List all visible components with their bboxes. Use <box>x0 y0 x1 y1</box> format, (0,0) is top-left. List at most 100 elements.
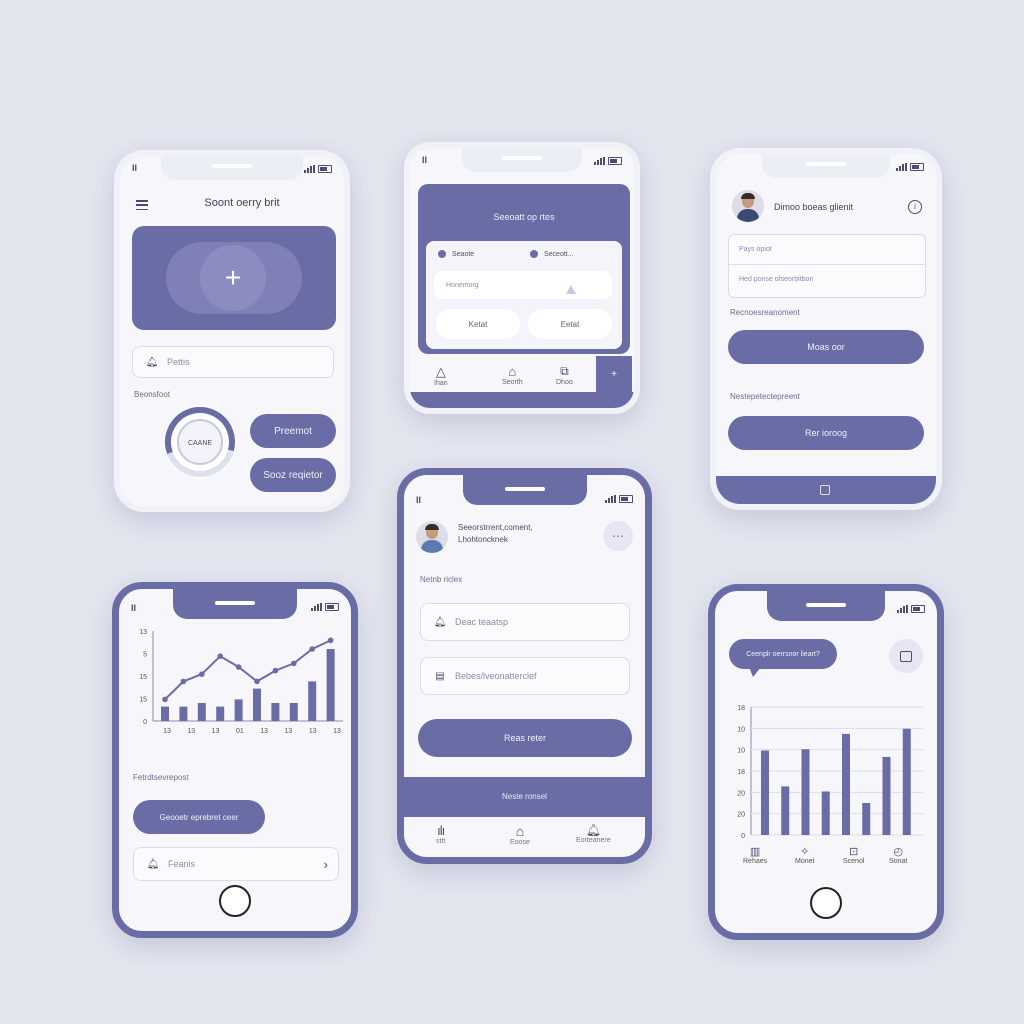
x-tick-label: 13 <box>260 728 268 735</box>
chip-1[interactable]: Ketat <box>436 309 520 339</box>
notch <box>462 475 587 505</box>
card-title: Seeoatt op rtes <box>493 212 555 222</box>
add-card: + <box>132 226 336 330</box>
primary-button[interactable]: Preemot <box>250 414 336 448</box>
nav-item-1[interactable]: ılı sttt <box>436 823 445 845</box>
primary-button[interactable]: Moas oor <box>728 330 924 364</box>
trend-point <box>272 667 279 674</box>
nav-item-3[interactable]: 🔔︎ Eorteanere <box>576 823 611 844</box>
text-field-2[interactable]: ▤ Bebes/lveonatterclef <box>420 657 630 695</box>
primary-button[interactable]: Reas reter <box>418 719 632 757</box>
phone-stats-screen: II 0 15 15 5 13 13 13 13 01 13 13 13 13 Fetrdtsevrep… <box>112 582 358 938</box>
phone-setup-screen: II Soont oerry brit + 🔔︎ Pettis Beonsfoo… <box>114 150 350 512</box>
nav-item-4[interactable]: ◴ Sonat <box>889 845 907 865</box>
home-icon: ⌂ <box>508 364 517 379</box>
status-time: II <box>416 495 422 505</box>
x-tick-label: 13 <box>187 728 195 735</box>
home-button[interactable] <box>810 887 842 919</box>
more-button[interactable]: ⋯ <box>603 521 633 551</box>
nav-item-2[interactable]: ✧ Monet <box>795 845 814 865</box>
trend-point <box>217 653 223 659</box>
nav-item-2[interactable]: ⌂ Eoose <box>510 823 530 846</box>
bottom-bar <box>716 476 936 504</box>
nav-item-2[interactable]: ⌂ Seorth <box>502 364 523 386</box>
calendar-button[interactable] <box>889 639 923 673</box>
chart-bar <box>882 756 891 835</box>
chart-bar <box>161 706 169 721</box>
bag-icon: ⊡ <box>849 846 859 858</box>
status-time: II <box>131 603 137 613</box>
home-button[interactable] <box>219 885 251 917</box>
phone-selection-screen: II Seeoatt op rtes Seaote Seceott... Hon… <box>404 142 640 414</box>
profile-line-1: Seeorstrrent,coment, <box>458 523 533 532</box>
page-title: Soont oerry brit <box>204 197 280 209</box>
clock-icon: ◴ <box>893 846 903 858</box>
trend-point <box>162 696 168 703</box>
radio-selected-icon <box>530 250 538 258</box>
y-tick-label: 13 <box>139 629 147 636</box>
radio-option-1[interactable]: Seaote <box>438 250 474 258</box>
notch <box>767 591 885 621</box>
banner: Neste ronsel <box>404 777 645 817</box>
nav-item-1[interactable]: ▥ Rehaes <box>743 845 767 865</box>
puzzle-icon: ⧉ <box>560 364 569 378</box>
chart-bar <box>761 750 769 835</box>
y-tick-label: 0 <box>143 719 147 726</box>
home-square-icon[interactable] <box>820 485 830 495</box>
bubble-tail <box>749 667 761 677</box>
section-label: Netnb riclex <box>420 575 463 584</box>
secondary-button[interactable]: Rer ioroog <box>728 416 924 450</box>
cursor-arrow-icon <box>566 285 576 294</box>
x-tick-label: 01 <box>236 728 244 735</box>
phone-details-screen: II Seeorstrrent,coment, Lhohtoncknek ⋯ N… <box>397 468 652 864</box>
more-dots-icon: ⋯ <box>612 529 624 543</box>
phone-report-screen: Ceenplr oerrsnor lieart? 0 20 20 18 10 10 18 ▥… <box>708 584 944 940</box>
chart-bar <box>289 703 298 721</box>
bell-icon: 🔔︎ <box>433 616 447 628</box>
add-button[interactable]: + <box>200 245 266 311</box>
nav-add-button[interactable]: + <box>596 356 632 392</box>
action-button[interactable]: Geooetr eprebret ceer <box>133 800 265 834</box>
chart-bar <box>197 703 206 721</box>
options-card: Seeoatt op rtes Seaote Seceott... Honemo… <box>418 184 630 354</box>
y-tick-label: 10 <box>737 726 745 733</box>
form-field-1[interactable]: Pays opiot <box>729 235 925 265</box>
avatar <box>732 190 764 222</box>
nav-item-3[interactable]: ⊡ Scenol <box>843 845 864 865</box>
chart-bar <box>902 728 911 835</box>
search-input[interactable]: 🔔︎ Pettis <box>132 346 334 378</box>
calendar-icon <box>900 650 912 662</box>
notch <box>173 589 297 619</box>
section-label: Fetrdtsevrepost <box>133 773 189 782</box>
radio-option-2[interactable]: Seceott... <box>530 250 574 258</box>
section-label-2: Nestepetectepreent <box>730 392 800 401</box>
status-icons <box>311 603 339 611</box>
nav-item-3[interactable]: ⧉ Dhoo <box>556 364 573 386</box>
chart-bar <box>821 791 830 835</box>
progress-ring: CAANE <box>164 406 236 478</box>
text-field-1[interactable]: 🔔︎ Deac teaatsp <box>420 603 630 641</box>
combo-chart: 0 15 15 5 13 13 13 13 01 13 13 13 13 <box>139 629 343 735</box>
text-input[interactable]: Honemorg <box>434 271 612 299</box>
x-tick-label: 13 <box>309 728 317 735</box>
chart-bar <box>308 681 317 721</box>
form-box: Pays opiot Hed ponse ofseorbitbon <box>728 234 926 298</box>
chip-2[interactable]: Eetat <box>528 309 612 339</box>
notch <box>161 156 303 180</box>
avatar <box>416 521 448 553</box>
x-tick-label: 13 <box>333 728 341 735</box>
form-field-2[interactable]: Hed ponse ofseorbitbon <box>729 265 925 295</box>
y-tick-label: 20 <box>737 790 745 797</box>
phone-profile-screen: Dimoo boeas glienit i Pays opiot Hed pon… <box>710 148 942 510</box>
secondary-button[interactable]: Sooz reqietor <box>250 458 336 492</box>
info-icon[interactable]: i <box>908 200 922 214</box>
trend-line <box>164 639 332 701</box>
bell-icon: 🔔︎ <box>145 356 159 368</box>
chart-bar <box>179 706 188 721</box>
chart-bar <box>781 786 790 835</box>
chart-bar <box>216 706 225 721</box>
list-item[interactable]: 🔔︎ Feanis › <box>133 847 339 881</box>
trend-point <box>199 671 205 677</box>
menu-icon[interactable] <box>136 200 148 210</box>
nav-item-1[interactable]: △ Ihan <box>434 364 448 387</box>
